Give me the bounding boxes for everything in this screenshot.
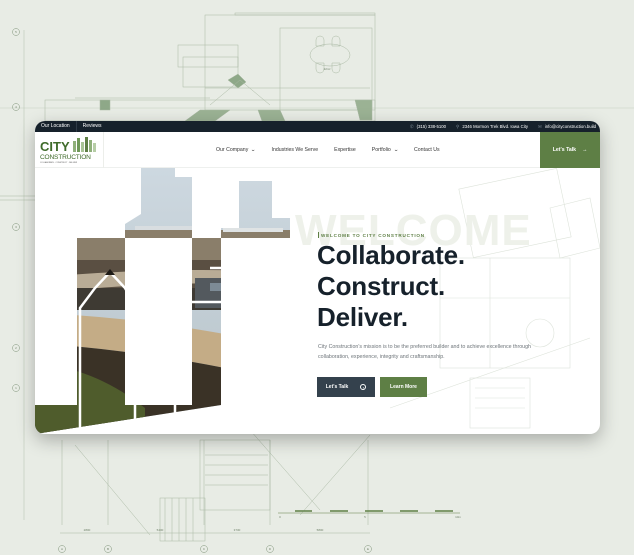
chevron-down-icon: ⌄ bbox=[393, 147, 399, 153]
dimension-label: 5400 bbox=[157, 528, 164, 532]
lets-talk-nav-button[interactable]: Let's Talk → bbox=[540, 132, 600, 168]
nav-item-portfolio[interactable]: Portfolio ⌄ bbox=[371, 147, 399, 153]
address-link[interactable]: ⚲ 2346 Mormon Trek Blvd. Iowa City bbox=[456, 124, 528, 130]
our-location-link[interactable]: Our Location bbox=[35, 121, 76, 132]
headline-line-3: Deliver. bbox=[317, 302, 408, 332]
logo-divider bbox=[103, 132, 104, 168]
arrow-circle-icon: › bbox=[360, 384, 367, 390]
area-label: 22m² bbox=[324, 67, 331, 71]
map-pin-icon: ⚲ bbox=[456, 123, 460, 129]
nav-label: Portfolio bbox=[371, 147, 391, 153]
phone-number: (315) 338-5100 bbox=[416, 124, 447, 129]
logo-tagline: COLLABORATE · CONSTRUCT · DELIVER bbox=[40, 161, 78, 164]
nav-item-expertise[interactable]: Expertise bbox=[334, 147, 356, 153]
welcome-eyebrow: WELCOME TO CITY CONSTRUCTION bbox=[318, 232, 425, 238]
city-construction-logo[interactable]: CITY CONSTRUCTION COLLABORATE · CONSTRUC… bbox=[39, 135, 101, 165]
chevron-down-icon: ⌄ bbox=[250, 147, 257, 153]
nav-label: Contact Us bbox=[413, 147, 440, 153]
scale-label: 0 bbox=[279, 515, 281, 519]
grid-label-c: C bbox=[203, 547, 206, 551]
dimension-label: 2800 bbox=[84, 528, 91, 532]
envelope-icon: ✉ bbox=[538, 123, 542, 129]
grid-label-5: 5 bbox=[15, 30, 17, 34]
grid-label-b: B bbox=[107, 547, 109, 551]
email-text: info@cityconstruction.build bbox=[544, 124, 596, 129]
logo-city: CITY bbox=[40, 139, 70, 154]
headline-line-2: Construct. bbox=[317, 271, 446, 301]
arrow-right-icon: → bbox=[582, 147, 588, 153]
website-preview-card: Our Location Reviews ✆ (315) 338-5100 ⚲ … bbox=[35, 121, 600, 434]
button-label: Let's Talk bbox=[325, 384, 349, 390]
grid-label-d: D bbox=[269, 547, 272, 551]
grid-label-3: 3 bbox=[15, 225, 17, 229]
top-bar: Our Location Reviews ✆ (315) 338-5100 ⚲ … bbox=[35, 121, 600, 132]
cta-label: Let's Talk bbox=[552, 147, 577, 153]
nav-item-contact[interactable]: Contact Us bbox=[414, 147, 440, 153]
phone-icon: ✆ bbox=[409, 123, 414, 129]
construction-site-photo bbox=[35, 168, 290, 434]
scale-label: 10m bbox=[455, 515, 461, 519]
nav-item-industries[interactable]: Industries We Serve bbox=[272, 147, 319, 153]
dimension-label: 3730 bbox=[234, 528, 241, 532]
hero-section: WELCOME WELCOME TO CITY CONSTRUCTION Col… bbox=[35, 168, 600, 434]
email-link[interactable]: ✉ info@cityconstruction.build bbox=[538, 124, 596, 130]
eyebrow-bar bbox=[318, 232, 319, 238]
nav-label: Industries We Serve bbox=[271, 147, 319, 153]
scale-label: 5 bbox=[364, 515, 366, 519]
learn-more-button[interactable]: Learn More bbox=[380, 377, 427, 397]
grid-label-4: 4 bbox=[15, 105, 17, 109]
lets-talk-button[interactable]: Let's Talk › bbox=[317, 377, 375, 397]
eyebrow-text: WELCOME TO CITY CONSTRUCTION bbox=[321, 232, 425, 238]
phone-link[interactable]: ✆ (315) 338-5100 bbox=[410, 124, 446, 130]
primary-nav: Our Company ⌄ Industries We Serve Expert… bbox=[216, 132, 456, 168]
skyline-icon bbox=[73, 137, 96, 152]
hero-description: City Construction's mission is to be the… bbox=[318, 344, 532, 360]
address-text: 2346 Mormon Trek Blvd. Iowa City bbox=[462, 124, 529, 129]
nav-label: Expertise bbox=[334, 147, 356, 153]
grid-label-2: 2 bbox=[15, 346, 17, 350]
dimension-label: 5800 bbox=[317, 528, 324, 532]
reviews-link[interactable]: Reviews bbox=[77, 121, 108, 132]
grid-label-1: 1 bbox=[15, 386, 17, 390]
logo-construction: CONSTRUCTION bbox=[40, 154, 91, 161]
main-navbar: CITY CONSTRUCTION COLLABORATE · CONSTRUC… bbox=[35, 132, 600, 168]
grid-label-e: E bbox=[367, 547, 369, 551]
nav-item-our-company[interactable]: Our Company ⌄ bbox=[216, 147, 256, 153]
grid-label-a: A bbox=[61, 547, 63, 551]
hero-headline: Collaborate. Construct. Deliver. bbox=[317, 240, 465, 333]
button-label: Learn More bbox=[390, 384, 417, 390]
nav-label: Our Company bbox=[216, 147, 249, 153]
headline-line-1: Collaborate. bbox=[317, 240, 465, 270]
